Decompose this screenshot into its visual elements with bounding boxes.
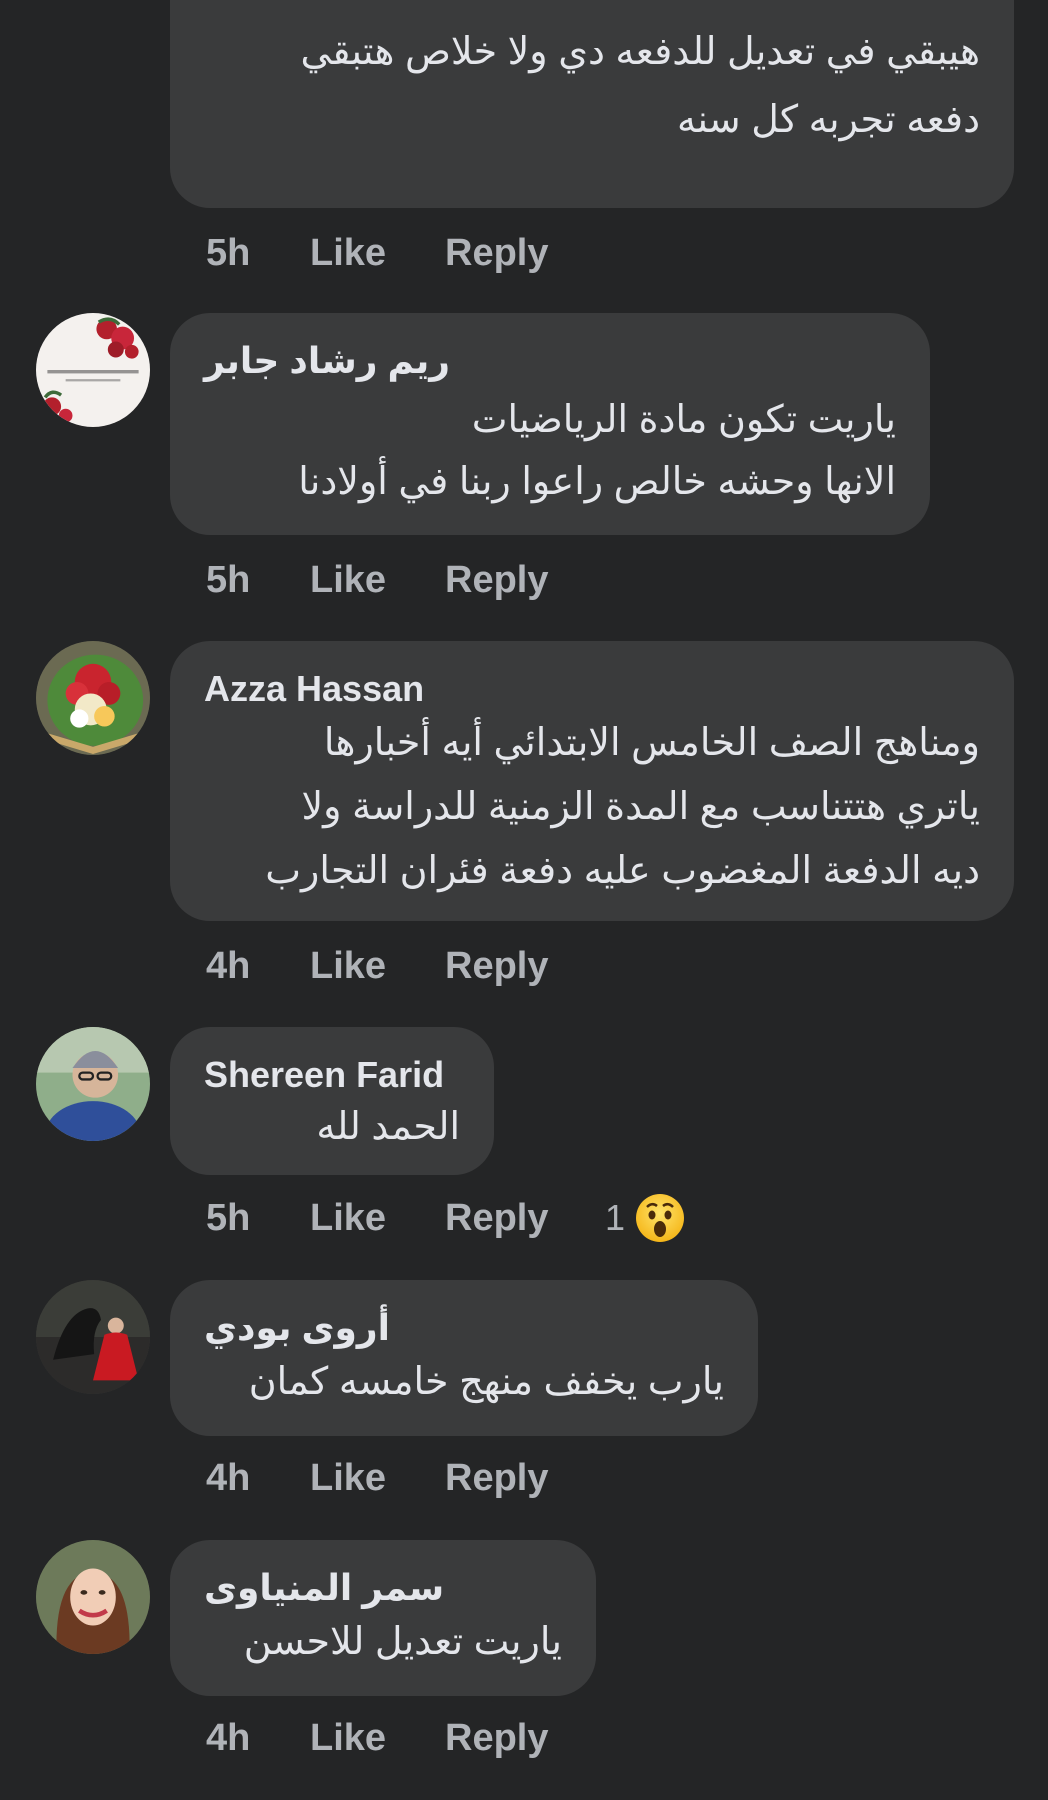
comment-author[interactable]: Azza Hassan [204, 667, 980, 711]
reply-button[interactable]: Reply [445, 559, 605, 602]
comment-actions: 5h Like Reply 1 [206, 1193, 685, 1243]
comment-timestamp[interactable]: 4h [206, 1457, 310, 1500]
comment-text-line: دفعه تجربه كل سنه [676, 99, 980, 141]
comment-text-line: هيبقي في تعديل للدفعه دي ولا خلاص هتبقي [300, 31, 980, 73]
reply-button[interactable]: Reply [445, 1457, 605, 1500]
avatar[interactable] [36, 1280, 150, 1394]
like-button[interactable]: Like [310, 1717, 445, 1760]
comment-text-line: ياتري هتتناسب مع المدة الزمنية للدراسة و… [301, 786, 980, 828]
like-button[interactable]: Like [310, 1197, 445, 1240]
comment-bubble[interactable]: Shereen Farid الحمد لله [170, 1027, 494, 1175]
avatar[interactable] [36, 1540, 150, 1654]
like-button[interactable]: Like [310, 1457, 445, 1500]
like-button[interactable]: Like [310, 232, 445, 275]
comment-text-line: ومناهج الصف الخامس الابتدائي أيه أخبارها [323, 722, 980, 764]
avatar[interactable] [36, 641, 150, 755]
comment-text-line: يارب يخفف منهج خامسه كمان [248, 1361, 724, 1403]
comment-timestamp[interactable]: 4h [206, 1717, 310, 1760]
comment-timestamp[interactable]: 4h [206, 945, 310, 988]
comment-timestamp[interactable]: 5h [206, 1197, 310, 1240]
avatar[interactable] [36, 1027, 150, 1141]
avatar-horse-photo [36, 1280, 150, 1394]
comment-bubble[interactable]: ريم رشاد جابر ياريت تكون مادة الرياضيات … [170, 313, 930, 535]
like-button[interactable]: Like [310, 559, 445, 602]
comment-timestamp[interactable]: 5h [206, 559, 310, 602]
comment-bubble[interactable]: Azza Hassan ومناهج الصف الخامس الابتدائي… [170, 641, 1014, 921]
wow-emoji-icon [636, 1194, 685, 1242]
reaction-summary[interactable]: 1 [605, 1193, 685, 1243]
avatar-woman-photo [36, 1540, 150, 1654]
comment-bubble[interactable]: هيبقي في تعديل للدفعه دي ولا خلاص هتبقي … [170, 0, 1014, 208]
comment-author[interactable]: أروى بودي [204, 1306, 724, 1350]
comment-author[interactable]: سمر المنياوى [204, 1566, 562, 1610]
comment-timestamp[interactable]: 5h [206, 232, 310, 275]
like-button[interactable]: Like [310, 945, 445, 988]
comment-author[interactable]: ريم رشاد جابر [204, 339, 896, 383]
reaction-count: 1 [605, 1197, 626, 1238]
comment-actions: 4h Like Reply [206, 1713, 605, 1763]
avatar-floral-image [36, 313, 150, 427]
comment-actions: 5h Like Reply [206, 555, 605, 605]
avatar-person-photo [36, 1027, 150, 1141]
reply-button[interactable]: Reply [445, 1717, 605, 1760]
comment-actions: 4h Like Reply [206, 1453, 605, 1503]
comment-author[interactable]: Shereen Farid [204, 1053, 460, 1097]
avatar[interactable] [36, 313, 150, 427]
avatar-bouquet-image [36, 641, 150, 755]
reply-button[interactable]: Reply [445, 232, 605, 275]
comment-text-line: الانها وحشه خالص راعوا ربنا في أولادنا [298, 461, 896, 503]
comment-text-line: الحمد لله [316, 1106, 460, 1148]
reply-button[interactable]: Reply [445, 1197, 605, 1240]
comment-text-line: ديه الدفعة المغضوب عليه دفعة فئران التجا… [265, 850, 980, 892]
reply-button[interactable]: Reply [445, 945, 605, 988]
comment-bubble[interactable]: سمر المنياوى ياريت تعديل للاحسن [170, 1540, 596, 1696]
comment-bubble[interactable]: أروى بودي يارب يخفف منهج خامسه كمان [170, 1280, 758, 1436]
comment-actions: 5h Like Reply [206, 228, 605, 278]
comment-text-line: ياريت تكون مادة الرياضيات [471, 399, 896, 441]
comment-actions: 4h Like Reply [206, 941, 605, 991]
comment-text-line: ياريت تعديل للاحسن [243, 1621, 562, 1663]
